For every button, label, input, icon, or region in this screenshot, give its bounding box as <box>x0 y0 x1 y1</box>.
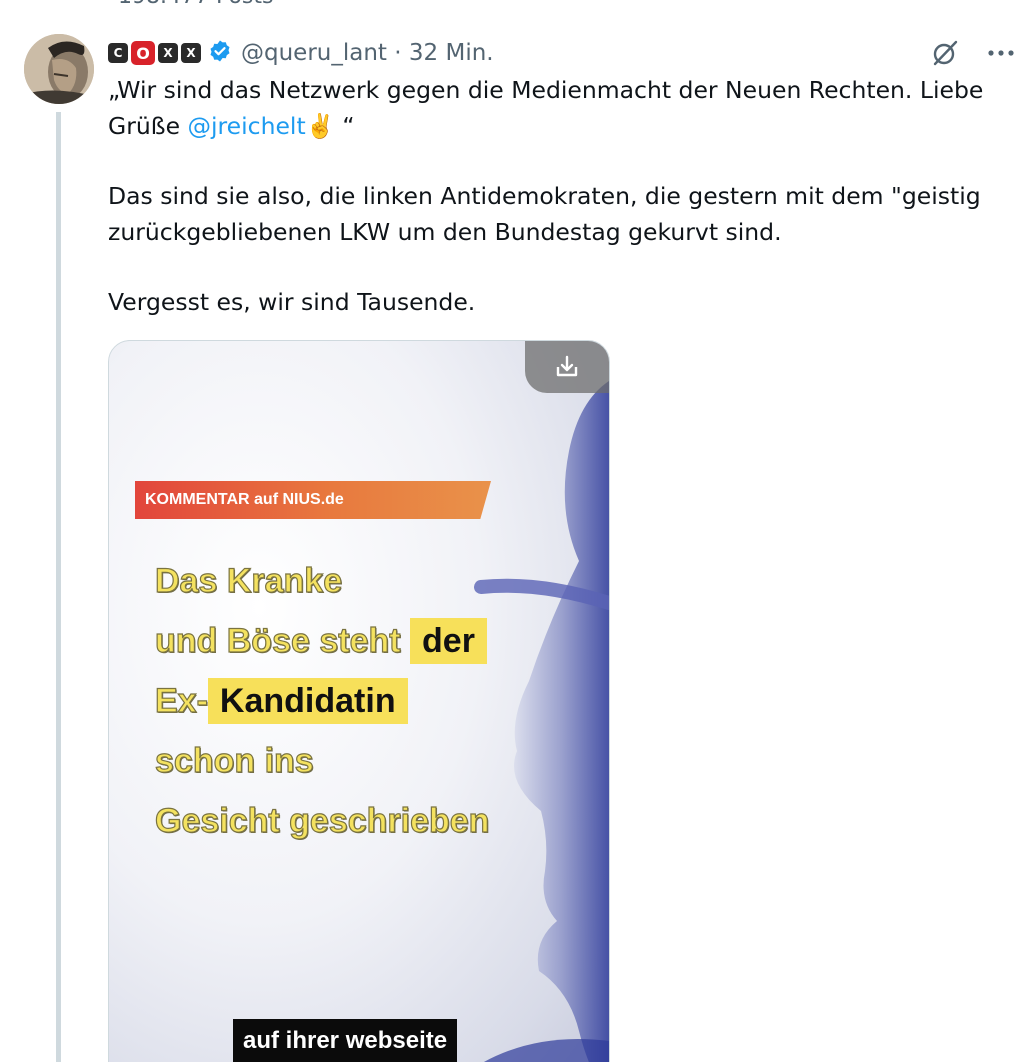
avatar-image <box>24 34 94 104</box>
handle-text: @queru_lant <box>241 40 387 66</box>
name-badge-x2: X <box>181 43 201 63</box>
verified-badge-icon <box>208 39 232 67</box>
name-badge-x1: X <box>158 43 178 63</box>
tweet-header: C O X X @queru_lant · 32 Min. <box>108 36 494 70</box>
tweet-page: 198.477 Posts C O X X @queru_lant · 32 M… <box>0 0 1036 1062</box>
headline-line-1: Das Kranke <box>154 561 343 600</box>
author-handle[interactable]: @queru_lant · 32 Min. <box>241 40 494 66</box>
headline-line-3: Ex- Kandidatin <box>154 671 489 731</box>
kommentar-label: KOMMENTAR auf NIUS.de <box>135 481 491 519</box>
video-headline: Das Kranke und Böse steht der Ex- Kandida… <box>154 551 490 851</box>
headline-highlight-der: der <box>410 618 487 664</box>
name-badge-o: O <box>131 41 155 65</box>
grok-icon[interactable] <box>928 36 962 70</box>
headline-highlight-kandidatin: Kandidatin <box>207 678 408 724</box>
headline-line-5: Gesicht geschrieben <box>154 801 490 840</box>
name-badge-c: C <box>108 43 128 63</box>
avatar[interactable] <box>24 34 94 104</box>
paragraph-2: Das sind sie also, die linken Antidemokr… <box>108 182 981 246</box>
paragraph-1: „Wir sind das Netzwerk gegen die Medienm… <box>108 72 1008 144</box>
mention-link[interactable]: @jreichelt <box>188 112 306 140</box>
paragraph-3: Vergesst es, wir sind Tausende. <box>108 288 476 316</box>
headline-line-2: und Böse steht der <box>154 611 489 671</box>
more-options-icon[interactable] <box>984 36 1018 70</box>
headline-line-3-text: Ex- <box>154 681 208 720</box>
tweet-actions <box>928 36 1018 70</box>
tweet-text: „Wir sind das Netzwerk gegen die Medienm… <box>108 72 1008 320</box>
video-caption: auf ihrer webseite <box>233 1019 458 1062</box>
thread-line <box>56 112 61 1062</box>
posts-count: 198.477 Posts <box>118 0 273 9</box>
emoji-quote: ✌️ “ <box>305 112 355 140</box>
download-icon <box>556 355 578 377</box>
headline-line-4: schon ins <box>154 741 314 780</box>
download-button[interactable] <box>525 341 609 393</box>
headline-line-2-text: und Böse steht <box>154 621 401 660</box>
post-time[interactable]: 32 Min. <box>409 40 494 66</box>
separator-dot: · <box>394 40 402 66</box>
video-media[interactable]: KOMMENTAR auf NIUS.de Das Kranke und Bös… <box>108 340 610 1062</box>
